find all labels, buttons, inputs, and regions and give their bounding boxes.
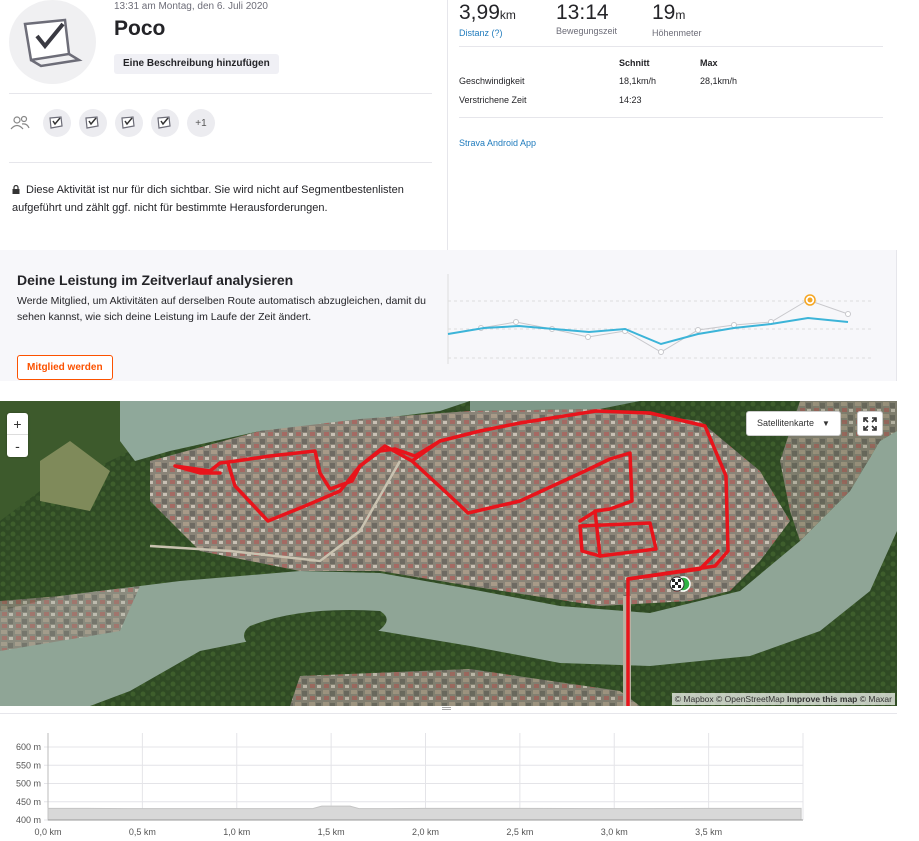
map-layer-label: Satellitenkarte [757,418,815,428]
distance-label[interactable]: Distanz (?) [459,28,516,38]
map-layer-dropdown[interactable]: Satellitenkarte ▼ [746,411,841,436]
attribution-maxar: © Maxar [857,694,892,704]
x-tick-label: 1,5 km [318,827,345,837]
caret-down-icon: ▼ [822,419,830,428]
route-line [173,409,730,706]
speed-avg: 18,1km/h [619,76,657,86]
y-tick-label: 400 m [16,815,41,825]
kudos-row: +1 [9,109,215,137]
activity-type-icon [157,116,171,129]
y-tick-label: 600 m [16,742,41,752]
attribution-text: © Mapbox © OpenStreetMap [674,694,787,704]
people-icon[interactable] [9,115,31,131]
activity-type-icon [121,116,135,129]
promo-text: Werde Mitglied, um Aktivitäten auf derse… [17,295,426,323]
elevation-area [47,805,802,821]
stats-col-max: Max [700,58,718,68]
kudos-more-button[interactable]: +1 [187,109,215,137]
performance-illustration [447,274,874,364]
stat-distance: 3,99km Distanz (?) [459,0,516,38]
kudos-avatar[interactable] [79,109,107,137]
x-tick-label: 0,5 km [129,827,156,837]
stats-col-avg: Schnitt [619,58,650,68]
performance-promo: Deine Leistung im Zeitverlauf analysiere… [0,250,897,381]
x-tick-label: 1,0 km [223,827,250,837]
x-tick-label: 0,0 km [34,827,61,837]
divider [0,713,897,714]
zoom-in-button[interactable]: + [7,413,28,435]
divider [9,93,432,94]
become-member-button[interactable]: Mitglied werden [17,355,113,380]
divider [447,0,448,250]
privacy-text: Diese Aktivität ist nur für dich sichtba… [12,184,404,214]
stat-elevation: 19m Höhenmeter [652,0,702,38]
y-tick-label: 450 m [16,797,41,807]
activity-type-icon [85,116,99,129]
moving-time-label: Bewegungszeit [556,26,618,36]
y-tick-label: 500 m [16,779,41,789]
elevation-value: 19 [652,1,676,24]
distance-unit: km [499,8,516,22]
add-description-button[interactable]: Eine Beschreibung hinzufügen [114,54,279,74]
divider [459,46,883,47]
activity-type-icon [23,18,83,68]
x-tick-label: 2,5 km [506,827,533,837]
device-app-link[interactable]: Strava Android App [459,138,536,148]
elevation-unit: m [675,8,686,22]
speed-label: Geschwindigkeit [459,76,525,86]
privacy-notice: Diese Aktivität ist nur für dich sichtba… [12,181,422,217]
zoom-controls: + - [7,413,28,457]
x-tick-label: 2,0 km [412,827,439,837]
activity-type-icon [49,116,63,129]
promo-title: Deine Leistung im Zeitverlauf analysiere… [17,272,294,288]
kudos-avatar[interactable] [115,109,143,137]
elevation-chart[interactable]: 0,0 km 0,5 km 1,0 km 1,5 km 2,0 km 2,5 km 3,0 … [0,730,830,841]
map-attribution: © Mapbox © OpenStreetMap Improve this ma… [671,693,895,705]
divider [459,117,883,118]
kudos-avatar[interactable] [43,109,71,137]
lock-icon [12,185,20,194]
stat-moving-time: 13:14 Bewegungszeit [556,0,617,36]
moving-time-value: 13:14 [556,1,609,24]
zoom-out-button[interactable]: - [7,435,28,457]
resize-handle[interactable] [442,707,451,712]
x-tick-label: 3,0 km [601,827,628,837]
route-map[interactable]: + - Satellitenkarte ▼ © Mapbox © OpenStre… [0,401,897,706]
fullscreen-button[interactable] [857,411,883,436]
kudos-avatar[interactable] [151,109,179,137]
divider [896,250,897,381]
distance-value: 3,99 [459,1,500,24]
y-tick-label: 550 m [16,760,41,770]
improve-map-link[interactable]: Improve this map [787,694,857,704]
divider [9,162,432,163]
activity-type-avatar [9,0,96,84]
activity-datetime: 13:31 am Montag, den 6. Juli 2020 [114,1,268,12]
x-tick-label: 3,5 km [695,827,722,837]
elapsed-time-label: Verstrichene Zeit [459,95,527,105]
speed-max: 28,1km/h [700,76,738,86]
elevation-label: Höhenmeter [652,28,702,38]
activity-title[interactable]: Poco [114,17,165,41]
elapsed-time-value: 14:23 [619,95,642,105]
expand-icon [863,416,877,431]
